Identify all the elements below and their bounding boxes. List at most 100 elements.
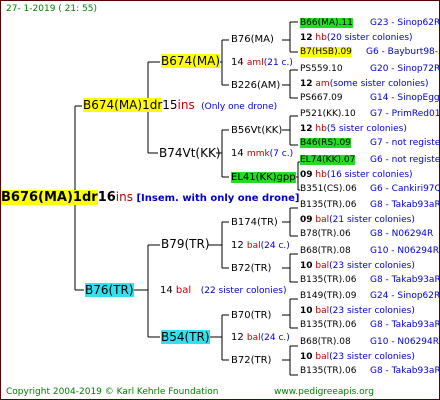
gen4-unit: am bbox=[315, 78, 330, 89]
gen4-note: (some sister colonies) bbox=[329, 78, 429, 89]
gen4-num: 12 bbox=[300, 78, 313, 89]
gen4-name: EL74(KK).07 bbox=[300, 154, 356, 165]
gen4-name: B149(TR).09 bbox=[300, 291, 357, 301]
gen4-tail: G7 - PrimRed01 bbox=[370, 109, 440, 119]
gen4-tail: G23 - Sinop62R bbox=[370, 18, 440, 28]
footer-copyright: Copyright 2004-2019 © Karl Kehrle Founda… bbox=[6, 387, 219, 397]
gen4-tail: G10 - N06294R bbox=[370, 245, 440, 256]
gen1-bottom-note: (22 sister colonies) bbox=[200, 286, 287, 296]
gen4-name: B68(TR).08 bbox=[300, 336, 351, 347]
gen1-bottom-node[interactable]: B76(TR) bbox=[85, 283, 134, 298]
gen3-b-bot[interactable]: EL41(KK)gpp bbox=[231, 171, 296, 184]
gen4-num: 09 bbox=[300, 169, 313, 180]
gen4-name: B7(HSB).09 bbox=[300, 47, 352, 57]
gen4-name-row[interactable]: P521(KK).10 G7 - PrimRed01 bbox=[300, 108, 440, 121]
gen4-name: PS559.10 bbox=[300, 63, 343, 74]
gen4-name: B135(TR).06 bbox=[300, 274, 357, 285]
gen4-info-row: 09 bal(21 sister colonies) bbox=[300, 214, 415, 227]
gen4-info-row: 12 hb(5 sister colonies) bbox=[300, 123, 407, 136]
gen4-info-row: 10 bal(23 sister colonies) bbox=[300, 260, 415, 273]
root-note: [Insem. with only one drone] bbox=[136, 193, 300, 204]
gen2-d-info: 12 bal(24 c.) bbox=[231, 332, 290, 343]
root-unit: ins bbox=[115, 190, 133, 204]
footer-site[interactable]: www.pedigreeapis.org bbox=[274, 386, 374, 399]
gen4-note: (5 sister colonies) bbox=[326, 124, 407, 134]
gen3-d-bot[interactable]: B72(TR) bbox=[231, 354, 271, 367]
gen4-note: (20 sister colonies) bbox=[326, 33, 413, 43]
gen1-top-num: 15 bbox=[162, 98, 178, 112]
gen4-name: B351(CS).06 bbox=[300, 183, 357, 194]
gen3-c-top[interactable]: B174(TR) bbox=[231, 216, 278, 229]
gen4-name-row[interactable]: B135(TR).06 G8 - Takab93aR bbox=[300, 365, 440, 378]
gen4-name: B46(RS).09 bbox=[300, 138, 351, 148]
gen3-d-top[interactable]: B70(TR) bbox=[231, 309, 271, 322]
gen4-name-row[interactable]: B135(TR).06 G8 - Takab93aR bbox=[300, 319, 440, 332]
gen4-num: 09 bbox=[300, 215, 313, 225]
gen3-a-top[interactable]: B76(MA) bbox=[231, 33, 274, 46]
gen4-unit: bal bbox=[315, 215, 330, 225]
gen4-note: (23 sister colonies) bbox=[329, 306, 415, 316]
gen1-top-unit: ins bbox=[177, 98, 195, 112]
gen3-a-bot[interactable]: B226(AM) bbox=[231, 79, 280, 92]
gen4-name: B68(TR).08 bbox=[300, 245, 351, 256]
gen1-top-note: (Only one drone) bbox=[201, 102, 278, 112]
gen3-b-top[interactable]: B56Vt(KK) bbox=[231, 124, 282, 137]
root-node[interactable]: B676(MA)1dr16ins [Insem. with only one d… bbox=[1, 190, 300, 205]
gen4-tail: G24 - Sinop62R bbox=[370, 291, 440, 301]
gen4-name: B78(TR).06 bbox=[300, 229, 351, 239]
gen4-note: (21 sister colonies) bbox=[329, 215, 415, 225]
gen4-num: 12 bbox=[300, 33, 313, 43]
gen4-name-row[interactable]: B7(HSB).09 G6 - Bayburt98-3 bbox=[300, 46, 440, 59]
gen4-name-row[interactable]: B66(MA).11 G23 - Sinop62R bbox=[300, 17, 440, 30]
gen4-num: 10 bbox=[300, 260, 313, 271]
gen4-num: 10 bbox=[300, 306, 313, 316]
gen4-unit: hb bbox=[315, 33, 327, 43]
gen1-bottom-num: 14 bbox=[160, 285, 173, 296]
gen4-name: P521(KK).10 bbox=[300, 109, 356, 119]
gen4-info-row: 12 hb(20 sister colonies) bbox=[300, 32, 413, 45]
gen2-a-info: 14 aml(21 c.) bbox=[231, 57, 293, 68]
gen4-info-row: 09 hb(16 sister colonies) bbox=[300, 169, 413, 182]
gen4-unit: hb bbox=[315, 124, 327, 134]
gen2-a-name[interactable]: B674(MA) bbox=[161, 54, 221, 69]
gen4-tail: G6 - not registe bbox=[370, 154, 440, 165]
gen4-name-row[interactable]: B46(RS).09 G7 - not registe bbox=[300, 137, 440, 150]
header-counter: 27- 1-2019 ( 21: 55) bbox=[6, 4, 97, 14]
gen4-tail: G7 - not registe bbox=[370, 138, 440, 148]
gen4-name-row[interactable]: PS559.10 G20 - Sinop72R bbox=[300, 63, 440, 76]
gen4-name-row[interactable]: B351(CS).06 G6 - Cankiri97Q bbox=[300, 183, 440, 196]
gen1-bottom-unit: bal bbox=[175, 285, 192, 296]
gen4-tail: G8 - Takab93aR bbox=[370, 365, 440, 376]
gen4-info-row: 12 am(some sister colonies) bbox=[300, 78, 428, 91]
gen4-num: 12 bbox=[300, 124, 313, 134]
gen1-top-name: B674(MA)1dr bbox=[83, 98, 163, 112]
gen3-c-bot[interactable]: B72(TR) bbox=[231, 262, 271, 275]
gen4-name: PS667.09 bbox=[300, 92, 343, 103]
gen4-unit: bal bbox=[315, 260, 330, 271]
gen2-b-name[interactable]: B74Vt(KK) bbox=[159, 147, 221, 161]
gen4-name-row[interactable]: B135(TR).06 G8 - Takab93aR bbox=[300, 199, 440, 212]
gen4-note: (23 sister colonies) bbox=[329, 351, 415, 362]
gen4-tail: G10 - N06294R bbox=[370, 336, 440, 347]
gen4-name-row[interactable]: B68(TR).08 G10 - N06294R bbox=[300, 245, 439, 258]
gen1-top-node[interactable]: B674(MA)1dr15ins (Only one drone) bbox=[83, 98, 278, 114]
gen4-note: (16 sister colonies) bbox=[326, 169, 413, 180]
gen1-bottom-name: B76(TR) bbox=[85, 283, 134, 297]
gen4-tail: G6 - Cankiri97Q bbox=[370, 183, 440, 194]
gen2-d-name[interactable]: B54(TR) bbox=[161, 330, 210, 345]
gen4-tail: G6 - Bayburt98-3 bbox=[366, 47, 440, 57]
gen4-name-row[interactable]: B135(TR).06 G8 - Takab93aR bbox=[300, 274, 440, 287]
gen4-note: (23 sister colonies) bbox=[329, 260, 415, 271]
gen4-info-row: 10 bal(23 sister colonies) bbox=[300, 351, 415, 364]
gen4-num: 10 bbox=[300, 351, 313, 362]
gen4-unit: hb bbox=[315, 169, 327, 180]
gen2-c-name[interactable]: B79(TR) bbox=[161, 238, 210, 252]
gen4-name-row[interactable]: EL74(KK).07 G6 - not registe bbox=[300, 154, 440, 167]
gen4-name-row[interactable]: PS667.09 G14 - SinopEgg86R bbox=[300, 92, 440, 105]
gen4-name-row[interactable]: B68(TR).08 G10 - N06294R bbox=[300, 336, 439, 349]
gen4-tail: G8 - Takab93aR bbox=[370, 200, 440, 210]
gen4-name-row[interactable]: B149(TR).09 G24 - Sinop62R bbox=[300, 290, 440, 303]
gen4-name: B135(TR).06 bbox=[300, 200, 357, 210]
gen4-name-row[interactable]: B78(TR).06 G8 - N06294R bbox=[300, 228, 433, 241]
gen4-tail: G8 - Takab93aR bbox=[370, 320, 440, 330]
